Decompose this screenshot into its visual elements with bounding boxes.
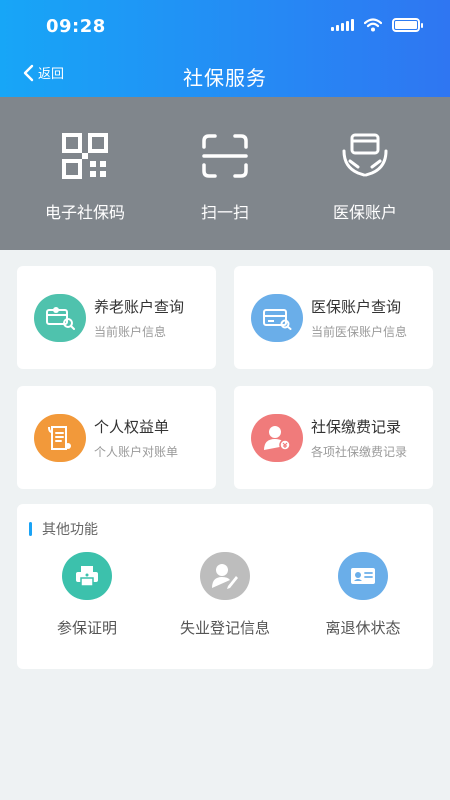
status-icons [331, 18, 423, 32]
medical-card-icon [251, 293, 303, 342]
card-in-hands-icon [342, 133, 388, 177]
id-card-icon [338, 552, 388, 600]
function-retirement-status[interactable]: 离退休状态 [293, 552, 433, 638]
quick-action-label: 扫一扫 [200, 203, 249, 222]
page-title: 社保服务 [183, 66, 267, 90]
quick-actions-bar: 电子社保码 扫一扫 医保账户 [0, 97, 450, 250]
service-subtitle: 个人账户对账单 [94, 444, 179, 459]
function-label: 失业登记信息 [179, 619, 270, 637]
service-subtitle: 当前医保账户信息 [311, 324, 408, 339]
payment-record-card[interactable]: 社保缴费记录 各项社保缴费记录 [234, 386, 433, 489]
function-insurance-certificate[interactable]: 参保证明 [17, 552, 157, 638]
other-functions-panel: 其他功能 参保证明 失业登记信息 离退休状态 [17, 504, 433, 669]
qr-code-icon [62, 133, 108, 179]
function-label: 参保证明 [56, 619, 117, 637]
accent-bar [29, 522, 32, 536]
quick-action-label: 电子社保码 [44, 203, 125, 222]
wifi-icon [364, 18, 382, 32]
header: 09:28 返回 社保服务 [0, 0, 450, 97]
printer-icon [62, 552, 112, 600]
payment-record-icon [251, 413, 303, 462]
personal-rights-statement-card[interactable]: 个人权益单 个人账户对账单 [17, 386, 216, 489]
section-heading-text: 其他功能 [42, 522, 98, 538]
pension-card-icon [34, 293, 86, 342]
section-heading: 其他功能 [29, 519, 98, 539]
quick-action-label: 医保账户 [332, 203, 397, 222]
service-title: 个人权益单 [94, 417, 170, 436]
function-label: 离退休状态 [325, 619, 401, 637]
quick-action-e-social-security-code[interactable]: 电子社保码 [20, 97, 150, 250]
quick-action-medical-account[interactable]: 医保账户 [300, 97, 430, 250]
medical-account-query-card[interactable]: 医保账户查询 当前医保账户信息 [234, 266, 433, 369]
service-subtitle: 各项社保缴费记录 [311, 444, 408, 459]
quick-action-scan[interactable]: 扫一扫 [160, 97, 290, 250]
service-title: 社保缴费记录 [311, 417, 402, 436]
service-subtitle: 当前账户信息 [94, 324, 167, 339]
battery-icon [392, 18, 423, 32]
status-time: 09:28 [46, 16, 106, 37]
cellular-signal-icon [331, 19, 354, 31]
statement-icon [34, 413, 86, 462]
pension-account-query-card[interactable]: 养老账户查询 当前账户信息 [17, 266, 216, 369]
function-unemployment-registration[interactable]: 失业登记信息 [155, 552, 295, 638]
user-edit-icon [200, 552, 250, 600]
service-title: 医保账户查询 [311, 297, 402, 316]
scan-icon [202, 134, 248, 178]
service-title: 养老账户查询 [94, 297, 185, 316]
